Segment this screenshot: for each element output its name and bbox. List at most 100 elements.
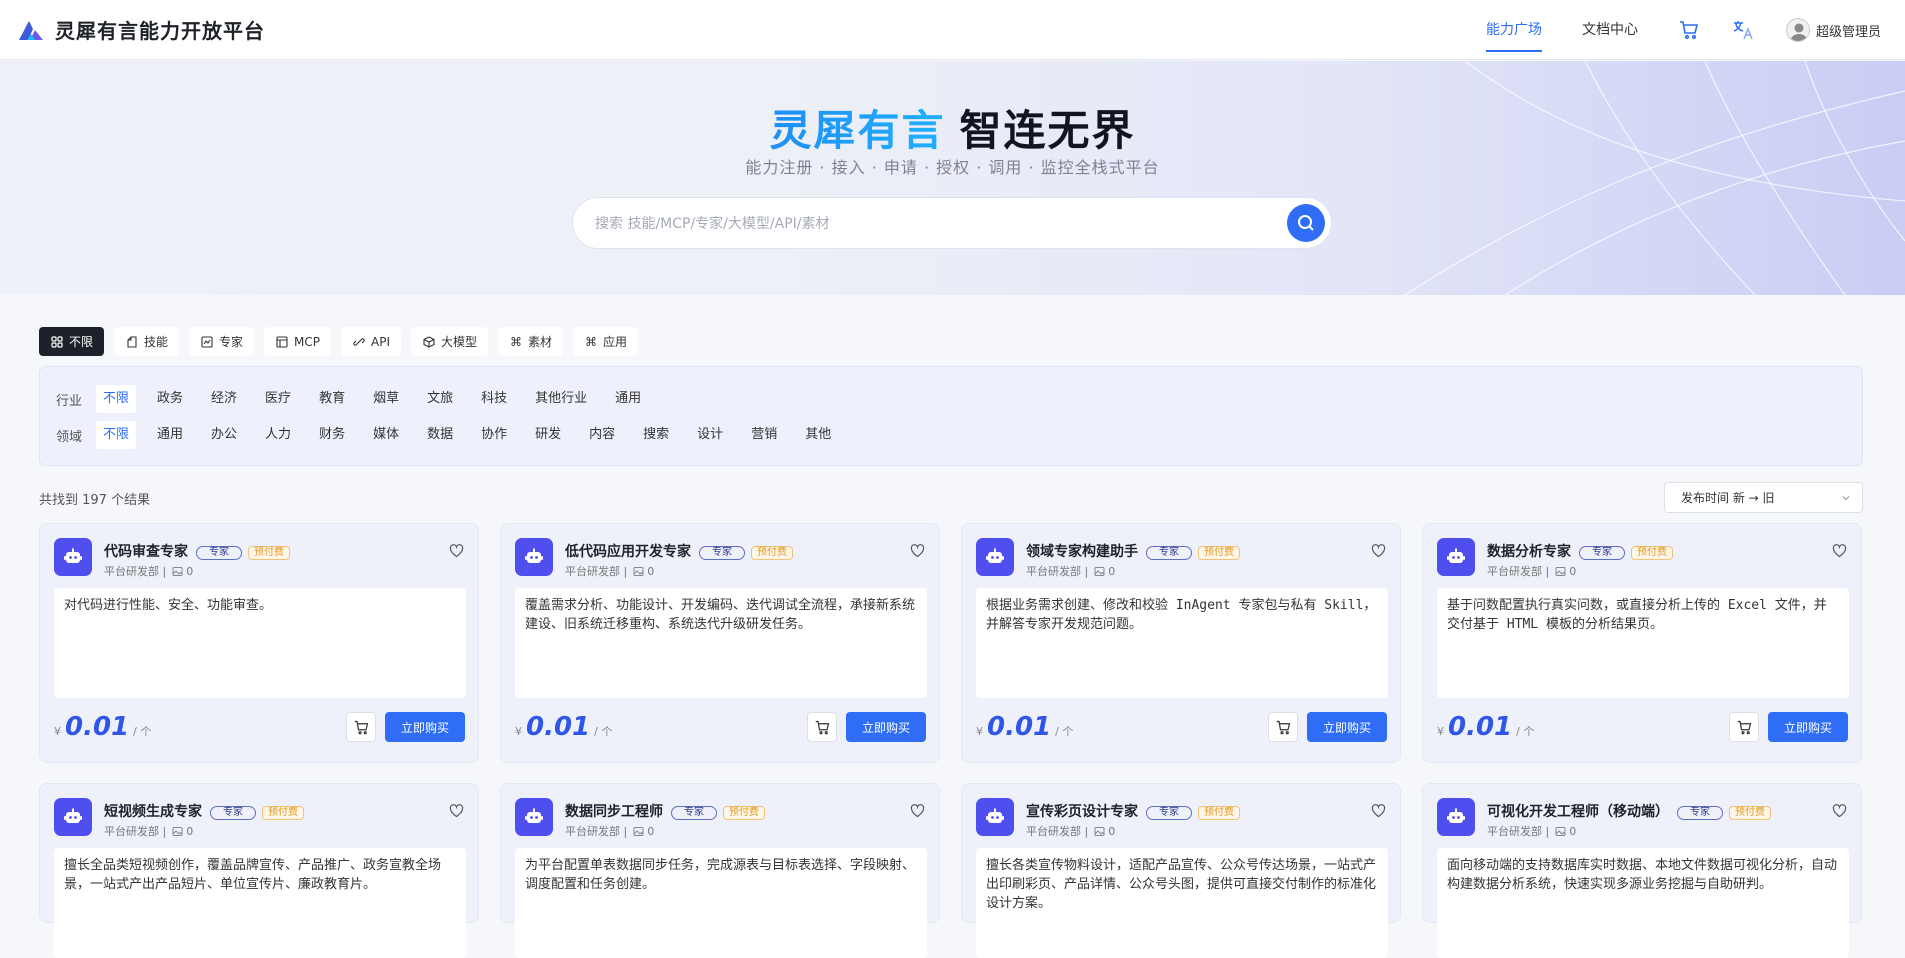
heart-icon[interactable] xyxy=(910,544,925,558)
card-description: 基于问数配置执行真实问数，或直接分析上传的 Excel 文件，并交付基于 HTM… xyxy=(1437,588,1849,698)
type-tab-label: 应用 xyxy=(603,335,628,349)
sort-label: 发布时间 新 → 旧 xyxy=(1681,491,1775,505)
filter-option[interactable]: 其他行业 xyxy=(528,385,594,413)
add-to-cart-button[interactable] xyxy=(346,712,376,742)
filter-option[interactable]: 设计 xyxy=(690,421,730,449)
hero-title-highlight: 灵犀有言 xyxy=(769,106,946,155)
card-count: 0 xyxy=(1569,564,1577,578)
filter-option[interactable]: 经济 xyxy=(204,385,244,413)
image-icon xyxy=(1555,826,1566,836)
buy-now-button[interactable]: 立即购买 xyxy=(1307,712,1387,742)
buy-now-button[interactable]: 立即购买 xyxy=(846,712,926,742)
cart-icon[interactable] xyxy=(1678,19,1700,41)
card-meta: 平台研发部 | 0 xyxy=(1487,563,1576,579)
card-title[interactable]: 代码审查专家 专家 预付费 xyxy=(104,541,290,561)
type-tab-app[interactable]: ⌘ 应用 xyxy=(573,327,639,356)
hero-title: 灵犀有言 智连无界 xyxy=(0,97,1905,158)
add-to-cart-button[interactable] xyxy=(1268,712,1298,742)
heart-icon[interactable] xyxy=(910,804,925,818)
filter-option[interactable]: 烟草 xyxy=(366,385,406,413)
filter-option[interactable]: 不限 xyxy=(96,421,137,449)
buy-now-button[interactable]: 立即购买 xyxy=(1768,712,1848,742)
add-to-cart-button[interactable] xyxy=(1729,712,1759,742)
expert-icon xyxy=(200,335,214,349)
card-count: 0 xyxy=(1108,564,1116,578)
card-title[interactable]: 宣传彩页设计专家 专家 预付费 xyxy=(1026,801,1240,821)
nav-capability-square[interactable]: 能力广场 xyxy=(1485,0,1542,60)
buy-now-button[interactable]: 立即购买 xyxy=(385,712,465,742)
filter-option[interactable]: 数据 xyxy=(420,421,460,449)
filter-option[interactable]: 研发 xyxy=(528,421,568,449)
tag-expert: 专家 xyxy=(196,546,242,560)
filter-option[interactable]: 内容 xyxy=(582,421,622,449)
type-tab-llm[interactable]: 大模型 xyxy=(411,327,489,356)
filter-option[interactable]: 科技 xyxy=(474,385,514,413)
filter-option[interactable]: 协作 xyxy=(474,421,514,449)
robot-icon xyxy=(976,798,1014,836)
product-card[interactable]: 代码审查专家 专家 预付费 平台研发部 | 0 对代码进行性能、安全、功能审查。 ¥… xyxy=(39,523,479,763)
translate-icon[interactable] xyxy=(1732,19,1754,41)
filter-option[interactable]: 教育 xyxy=(312,385,352,413)
heart-icon[interactable] xyxy=(449,544,464,558)
heart-icon[interactable] xyxy=(1371,804,1386,818)
filter-option[interactable]: 政务 xyxy=(150,385,190,413)
image-icon xyxy=(1094,826,1105,836)
card-title-text: 领域专家构建助手 xyxy=(1026,544,1138,560)
product-card[interactable]: 宣传彩页设计专家 专家 预付费 平台研发部 | 0 擅长各类宣传物料设计，适配产品宣… xyxy=(961,783,1401,958)
filter-option[interactable]: 人力 xyxy=(258,421,298,449)
user-menu[interactable]: 超级管理员 xyxy=(1785,18,1881,42)
filter-option[interactable]: 媒体 xyxy=(366,421,406,449)
product-card[interactable]: 数据同步工程师 专家 预付费 平台研发部 | 0 为平台配置单表数据同步任务，完成源… xyxy=(500,783,940,958)
search-input[interactable] xyxy=(595,212,1255,236)
filter-option[interactable]: 其他 xyxy=(798,421,838,449)
card-title[interactable]: 可视化开发工程师（移动端） 专家 预付费 xyxy=(1487,801,1771,821)
card-meta: 平台研发部 | 0 xyxy=(1487,823,1576,839)
card-title[interactable]: 低代码应用开发专家 专家 预付费 xyxy=(565,541,793,561)
filter-option[interactable]: 营销 xyxy=(744,421,784,449)
product-card[interactable]: 短视频生成专家 专家 预付费 平台研发部 | 0 擅长全品类短视频创作，覆盖品牌宣传… xyxy=(39,783,479,958)
card-price: ¥ 0.01 / 个 xyxy=(1437,712,1534,742)
type-tab-all[interactable]: 不限 xyxy=(39,327,105,356)
product-card[interactable]: 低代码应用开发专家 专家 预付费 平台研发部 | 0 覆盖需求分析、功能设计、开发编… xyxy=(500,523,940,763)
card-title-text: 短视频生成专家 xyxy=(104,804,202,820)
heart-icon[interactable] xyxy=(1371,544,1386,558)
sort-select[interactable]: 发布时间 新 → 旧 xyxy=(1664,482,1863,513)
nav-doc-center[interactable]: 文档中心 xyxy=(1582,0,1638,60)
filter-option[interactable]: 通用 xyxy=(608,385,648,413)
heart-icon[interactable] xyxy=(1832,804,1847,818)
heart-icon[interactable] xyxy=(449,804,464,818)
cart-icon xyxy=(1737,720,1751,734)
filter-option[interactable]: 通用 xyxy=(150,421,190,449)
filter-label: 行业 xyxy=(56,393,83,409)
type-tab-mcp[interactable]: MCP xyxy=(264,327,332,356)
card-title[interactable]: 数据同步工程师 专家 预付费 xyxy=(565,801,765,821)
add-to-cart-button[interactable] xyxy=(807,712,837,742)
brand[interactable]: 灵犀有言能力开放平台 xyxy=(17,15,265,44)
type-tabs: 不限 技能 专家 MCP API 大模型 ⌘ 素材 ⌘ 应用 xyxy=(39,327,648,356)
card-title[interactable]: 领域专家构建助手 专家 预付费 xyxy=(1026,541,1240,561)
product-card[interactable]: 数据分析专家 专家 预付费 平台研发部 | 0 基于问数配置执行真实问数，或直接分析… xyxy=(1422,523,1862,763)
card-description: 为平台配置单表数据同步任务，完成源表与目标表选择、字段映射、调度配置和任务创建。 xyxy=(515,848,927,958)
type-tab-label: 素材 xyxy=(528,335,553,349)
type-tab-label: API xyxy=(371,334,390,349)
product-card[interactable]: 可视化开发工程师（移动端） 专家 预付费 平台研发部 | 0 面向移动端的支持数据库… xyxy=(1422,783,1862,958)
card-title[interactable]: 数据分析专家 专家 预付费 xyxy=(1487,541,1673,561)
filter-option[interactable]: 医疗 xyxy=(258,385,298,413)
robot-icon xyxy=(515,798,553,836)
product-card[interactable]: 领域专家构建助手 专家 预付费 平台研发部 | 0 根据业务需求创建、修改和校验 I… xyxy=(961,523,1401,763)
type-tab-api[interactable]: API xyxy=(341,327,401,356)
search-button[interactable] xyxy=(1287,204,1325,242)
filter-option[interactable]: 办公 xyxy=(204,421,244,449)
card-price: ¥ 0.01 / 个 xyxy=(976,712,1073,742)
card-org: 平台研发部 | xyxy=(1026,565,1089,578)
card-title[interactable]: 短视频生成专家 专家 预付费 xyxy=(104,801,304,821)
filter-option[interactable]: 不限 xyxy=(96,385,137,413)
filter-option[interactable]: 文旅 xyxy=(420,385,460,413)
result-count: 共找到 197 个结果 xyxy=(39,493,151,508)
type-tab-skill[interactable]: 技能 xyxy=(114,327,180,356)
type-tab-material[interactable]: ⌘ 素材 xyxy=(498,327,564,356)
type-tab-expert[interactable]: 专家 xyxy=(189,327,255,356)
filter-option[interactable]: 搜索 xyxy=(636,421,676,449)
filter-option[interactable]: 财务 xyxy=(312,421,352,449)
heart-icon[interactable] xyxy=(1832,544,1847,558)
